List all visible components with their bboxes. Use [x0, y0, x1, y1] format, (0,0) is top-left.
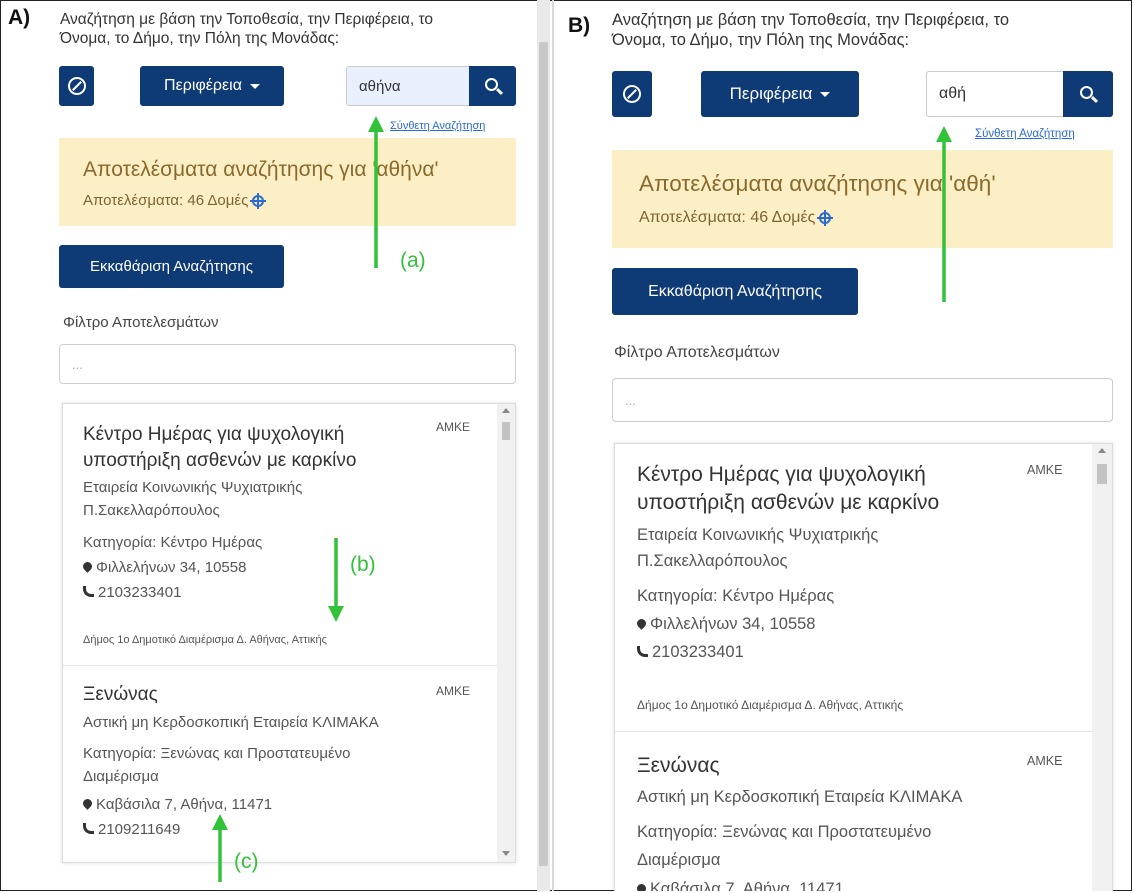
annotation-c: (c) — [234, 850, 259, 873]
panel-divider — [552, 0, 554, 891]
arrow-search-field-head — [936, 126, 952, 142]
annotation-b: (b) — [350, 553, 376, 576]
arrow-c-head — [212, 814, 228, 830]
annotation-a: (a) — [400, 249, 426, 272]
arrow-b-head — [328, 606, 344, 622]
arrow-a-head — [368, 116, 384, 132]
panel-a: A) Αναζήτηση με βάση την Τοποθεσία, την … — [2, 0, 550, 891]
panel-b: B) Αναζήτηση με βάση την Τοποθεσία, την … — [556, 0, 1132, 891]
annotation-arrows — [936, 126, 952, 302]
annotation-arrows — [212, 116, 384, 882]
